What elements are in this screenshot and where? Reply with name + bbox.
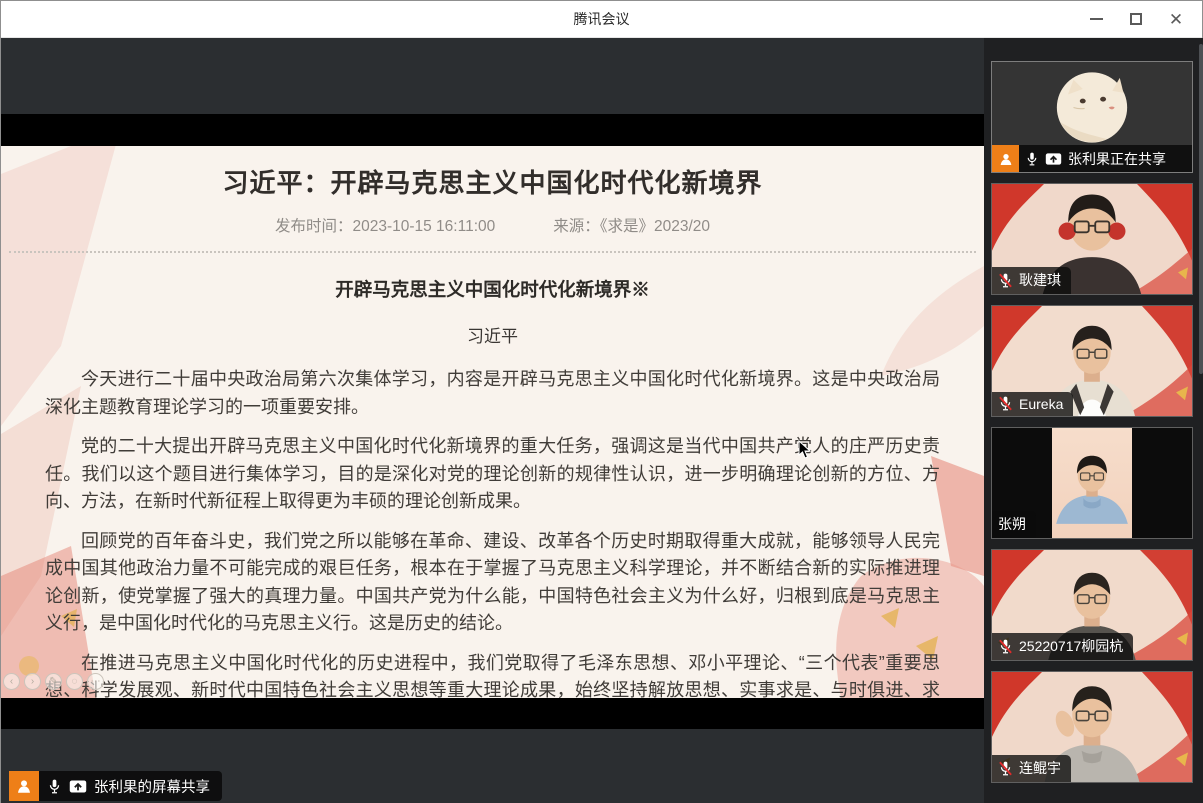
muted-microphone-icon <box>998 760 1013 777</box>
participant-name-badge: 张朔 <box>992 511 1036 538</box>
letterbox-bottom <box>1 698 984 729</box>
host-icon <box>992 145 1019 172</box>
participant-tile-liu-yuanhang[interactable]: 25220717柳园杭 <box>991 549 1193 661</box>
dotted-divider <box>9 251 976 253</box>
prev-page-icon[interactable]: ‹ <box>3 673 20 690</box>
close-icon: ✕ <box>1169 11 1183 28</box>
article-title: 习近平：开辟马克思主义中国化时代化新境界 <box>41 163 944 200</box>
participant-tile-lian-kunyu[interactable]: 连鲲宇 <box>991 671 1193 783</box>
muted-microphone-icon <box>998 638 1013 655</box>
participant-name: 25220717柳园杭 <box>1019 636 1123 656</box>
share-badge-body: 张利果的屏幕共享 <box>39 771 222 801</box>
maximize-button[interactable] <box>1116 4 1156 34</box>
paragraph: 今天进行二十届中央政治局第六次集体学习，内容是开辟马克思主义中国化时代化新境界。… <box>45 366 940 421</box>
participant-name: Eureka <box>1019 396 1063 412</box>
mouse-cursor <box>798 440 812 460</box>
article-subtitle: 开辟马克思主义中国化时代化新境界※ <box>1 276 984 302</box>
screen-share-icon <box>1045 152 1062 166</box>
more-tools-icon[interactable]: ⋯ <box>87 673 104 690</box>
participant-name: 耿建琪 <box>1019 270 1061 290</box>
participant-status-bar: 张利果正在共享 <box>992 145 1192 172</box>
portrait-video-strip <box>1052 428 1132 538</box>
stamp-icon[interactable]: ◌ <box>66 673 83 690</box>
letterbox-top <box>1 114 984 146</box>
participant-tile-eureka[interactable]: Eureka <box>991 305 1193 417</box>
close-button[interactable]: ✕ <box>1156 4 1196 34</box>
microphone-icon <box>1025 151 1039 167</box>
publish-time: 发布时间：2023-10-15 16:11:00 <box>275 214 495 236</box>
participants-sidebar: 张利果正在共享 <box>984 38 1203 803</box>
minimize-icon <box>1090 18 1103 20</box>
participant-name-badge: 耿建琪 <box>992 267 1071 294</box>
next-page-icon[interactable]: › <box>24 673 41 690</box>
window-controls: ✕ <box>1076 1 1196 37</box>
muted-microphone-icon <box>998 272 1013 289</box>
participant-name-badge: 连鲲宇 <box>992 755 1071 782</box>
participant-tile-geng-jianqi[interactable]: 耿建琪 <box>991 183 1193 295</box>
participant-tile-zhang-shuo[interactable]: 张朔 <box>991 427 1193 539</box>
article-author: 习近平 <box>1 322 984 347</box>
screen-share-badge: 张利果的屏幕共享 <box>9 771 222 801</box>
participant-tile-sharer[interactable]: 张利果正在共享 <box>991 61 1193 173</box>
paragraph: 回顾党的百年奋斗史，我们党之所以能够在革命、建设、改革各个历史时期取得重大成就，… <box>45 528 940 638</box>
microphone-icon <box>47 778 62 795</box>
minimize-button[interactable] <box>1076 4 1116 34</box>
tencent-meeting-window: 腾讯会议 ✕ <box>0 0 1203 803</box>
article: 习近平：开辟马克思主义中国化时代化新境界 发布时间：2023-10-15 16:… <box>1 163 984 698</box>
page-toolbar: ‹ › ✎ ◌ ⋯ <box>3 673 104 690</box>
meeting-content: 习近平：开辟马克思主义中国化时代化新境界 发布时间：2023-10-15 16:… <box>1 38 1202 802</box>
participant-name: 张朔 <box>998 514 1026 534</box>
muted-microphone-icon <box>998 395 1013 412</box>
host-icon <box>9 771 39 801</box>
cat-avatar <box>1055 71 1129 150</box>
paragraph: 在推进马克思主义中国化时代化的历史进程中，我们党取得了毛泽东思想、邓小平理论、“… <box>45 650 940 699</box>
participant-name-badge: 25220717柳园杭 <box>992 633 1133 660</box>
article-meta: 发布时间：2023-10-15 16:11:00 来源：《求是》2023/20 <box>1 214 984 236</box>
participant-name: 张利果正在共享 <box>1068 149 1166 169</box>
shared-screen-stage: 习近平：开辟马克思主义中国化时代化新境界 发布时间：2023-10-15 16:… <box>1 38 984 803</box>
participant-name-badge: Eureka <box>992 392 1073 416</box>
screen-share-icon <box>69 779 87 794</box>
titlebar: 腾讯会议 ✕ <box>1 1 1202 38</box>
participant-name: 连鲲宇 <box>1019 758 1061 778</box>
maximize-icon <box>1130 13 1142 25</box>
pen-icon[interactable]: ✎ <box>45 673 62 690</box>
sidebar-scrollbar-thumb[interactable] <box>1199 44 1203 374</box>
source: 来源：《求是》2023/20 <box>553 214 710 236</box>
share-badge-label: 张利果的屏幕共享 <box>94 776 210 797</box>
shared-document: 习近平：开辟马克思主义中国化时代化新境界 发布时间：2023-10-15 16:… <box>1 146 984 698</box>
window-title: 腾讯会议 <box>574 9 630 29</box>
